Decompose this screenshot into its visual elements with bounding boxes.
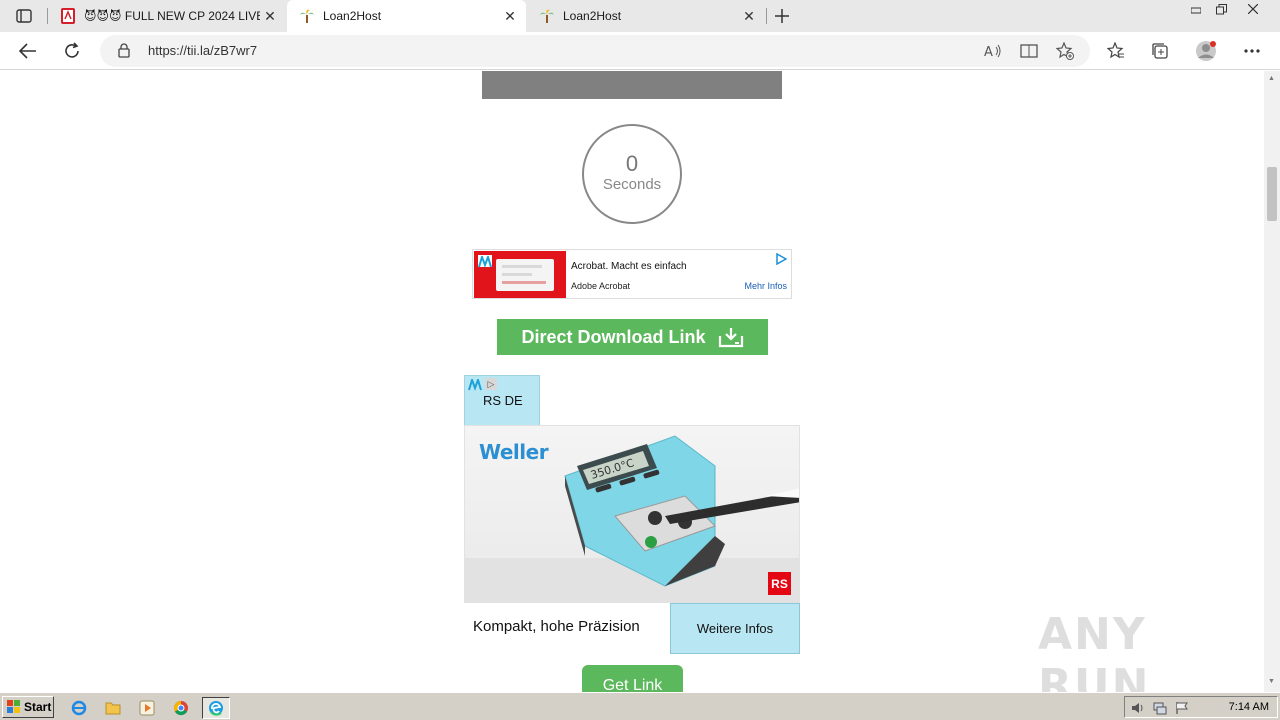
tab-cp-lives[interactable]: 😈😈😈 FULL NEW CP 2024 LIVES ✕ [48, 0, 286, 32]
add-favorite-icon[interactable] [1054, 40, 1076, 62]
favorites-icon [1107, 42, 1124, 59]
acrobat-ad-image[interactable] [474, 251, 566, 298]
lock-icon[interactable] [118, 43, 130, 58]
plus-icon [775, 9, 789, 23]
pdf-favicon-icon [60, 8, 76, 24]
start-button[interactable]: Start [2, 696, 54, 718]
new-tab-button[interactable] [770, 4, 794, 28]
tab-close-icon[interactable]: ✕ [739, 6, 759, 26]
tab-title: Loan2Host [563, 9, 622, 23]
ie-launcher[interactable] [68, 697, 90, 719]
soldering-station-image[interactable]: Weller 350.0°C RS [464, 425, 800, 603]
refresh-icon [65, 42, 79, 58]
action-center-flag-icon[interactable] [1175, 701, 1189, 715]
collections-icon [1152, 43, 1168, 59]
browser-toolbar: https://tii.la/zB7wr7 A [0, 32, 1280, 70]
anyrun-watermark: ANY RUN [1038, 609, 1151, 692]
download-button-label: Direct Download Link [521, 326, 706, 347]
more-dots-icon [1244, 49, 1260, 53]
media-player-icon [139, 700, 155, 716]
scroll-up-icon[interactable]: ▲ [1268, 75, 1275, 82]
restore-icon [1215, 3, 1227, 14]
palm-favicon-icon [539, 8, 555, 24]
palm-favicon-icon [299, 8, 315, 24]
refresh-button[interactable] [57, 36, 87, 66]
chrome-launcher[interactable] [170, 697, 192, 719]
volume-icon[interactable] [1131, 701, 1145, 715]
settings-more-button[interactable] [1237, 36, 1267, 66]
explorer-launcher[interactable] [102, 697, 124, 719]
edge-launcher[interactable] [202, 697, 230, 719]
direct-download-button[interactable]: Direct Download Link [497, 319, 768, 355]
tab-title: Loan2Host [323, 9, 382, 23]
minimize-icon [1191, 7, 1201, 14]
advertiser-name: RS DE [483, 393, 523, 408]
page-viewport: 0 Seconds Acrobat. Macht es einfach Adob… [0, 71, 1264, 692]
ad-network-logo-icon [468, 379, 482, 391]
restore-button[interactable] [1208, 0, 1234, 18]
ad-caption[interactable]: Kompakt, hohe Präzision [473, 618, 640, 635]
scrollbar-thumb[interactable] [1267, 167, 1277, 221]
back-button[interactable] [13, 36, 43, 66]
avatar-icon [1196, 41, 1216, 61]
internet-explorer-icon [71, 700, 87, 716]
folder-icon [105, 702, 121, 715]
ad-more-info-button[interactable]: Weitere Infos [670, 603, 800, 654]
scroll-down-icon[interactable]: ▼ [1268, 678, 1275, 685]
windows-flag-icon [7, 700, 20, 713]
network-icon[interactable] [1153, 701, 1167, 715]
timer-value: 0 [625, 151, 639, 176]
tab-loan2host[interactable]: Loan2Host ✕ [527, 0, 765, 32]
collections-button[interactable] [1145, 36, 1175, 66]
acrobat-ad-banner[interactable]: Acrobat. Macht es einfach Adobe Acrobat … [472, 249, 792, 299]
close-icon [1248, 4, 1258, 14]
media-player-launcher[interactable] [136, 697, 158, 719]
immersive-reader-icon[interactable] [1018, 40, 1040, 62]
tab-loan2host-active[interactable]: Loan2Host ✕ [287, 0, 526, 32]
tab-actions-icon [16, 9, 32, 23]
soldering-station-illustration: 350.0°C [564, 435, 799, 587]
ad-choices-icon[interactable]: ▷ [485, 378, 497, 390]
timer-unit: Seconds [602, 176, 662, 193]
ad-advertiser-tab[interactable]: ▷ RS DE [464, 375, 540, 426]
vertical-scrollbar[interactable]: ▲ ▼ [1264, 71, 1280, 692]
download-icon [718, 326, 744, 348]
svg-text:A: A [984, 45, 993, 59]
windows-taskbar: Start 7:14 AM [0, 692, 1280, 720]
url-text[interactable]: https://tii.la/zB7wr7 [148, 43, 257, 58]
rs-weller-ad[interactable]: ▷ RS DE Weller 350.0°C RS Kompakt, hohe … [464, 375, 800, 655]
address-bar[interactable]: https://tii.la/zB7wr7 A [100, 35, 1090, 67]
ad-play-icon[interactable] [775, 253, 787, 265]
document-preview [496, 259, 554, 291]
rs-logo: RS [768, 572, 791, 595]
get-link-button[interactable]: Get Link [582, 665, 683, 692]
profile-button[interactable] [1191, 36, 1221, 66]
tab-separator [766, 8, 767, 24]
start-label: Start [24, 700, 52, 714]
ad-network-logo-icon [478, 253, 492, 268]
favorites-button[interactable] [1101, 36, 1131, 66]
back-arrow-icon [19, 43, 36, 59]
minimize-button[interactable] [1183, 0, 1209, 18]
taskbar-clock[interactable]: 7:14 AM [1229, 701, 1269, 713]
chrome-icon [173, 700, 188, 716]
tab-close-icon[interactable]: ✕ [500, 6, 520, 26]
read-aloud-icon[interactable]: A [982, 40, 1004, 62]
close-window-button[interactable] [1240, 0, 1266, 18]
ad-brand[interactable]: Adobe Acrobat [571, 281, 630, 291]
edge-icon [209, 701, 223, 716]
tab-actions-button[interactable] [8, 4, 40, 28]
countdown-timer: 0 Seconds [582, 124, 682, 224]
tab-strip: 😈😈😈 FULL NEW CP 2024 LIVES ✕ Loan2Host ✕… [0, 0, 1280, 32]
tab-close-icon[interactable]: ✕ [260, 6, 280, 26]
system-tray: 7:14 AM [1124, 696, 1278, 718]
get-link-label: Get Link [602, 677, 663, 692]
ad-more-info-link[interactable]: Mehr Infos [744, 281, 787, 291]
gray-banner-placeholder [482, 71, 782, 99]
ad-headline[interactable]: Acrobat. Macht es einfach [571, 261, 687, 272]
tab-title: 😈😈😈 FULL NEW CP 2024 LIVES [84, 9, 260, 23]
